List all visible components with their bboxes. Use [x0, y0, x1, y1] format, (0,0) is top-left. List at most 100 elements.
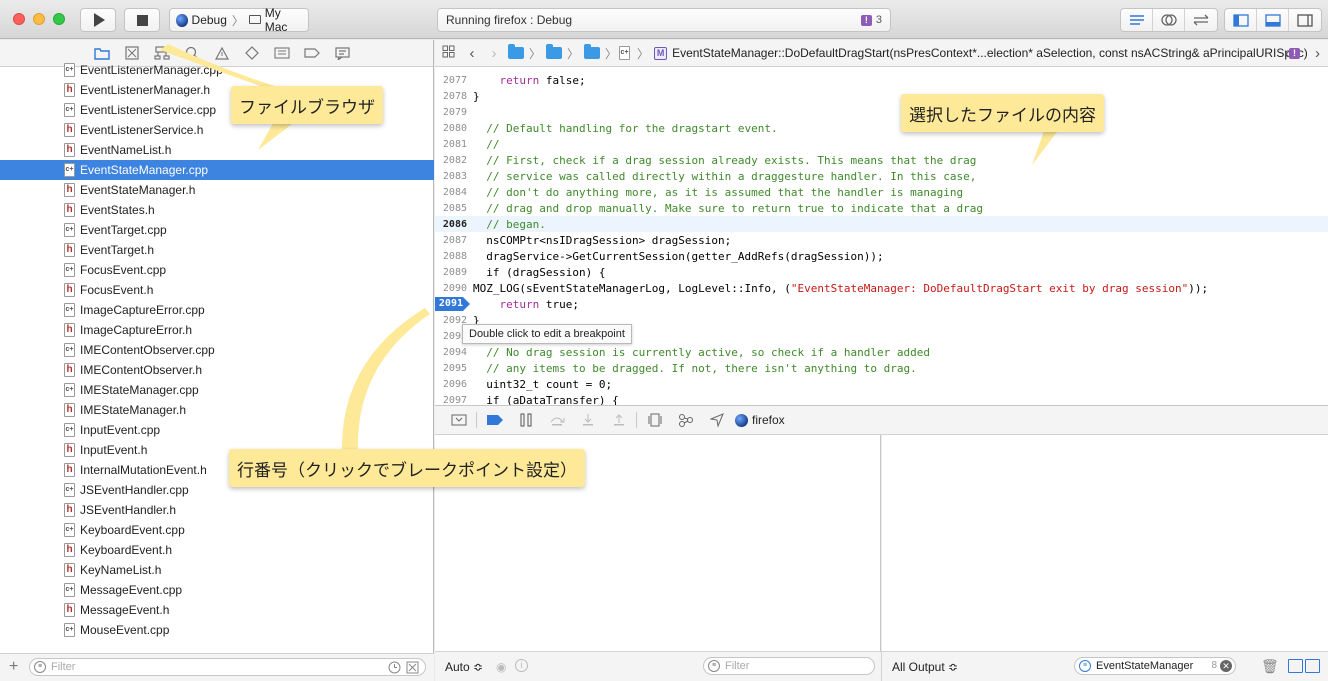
- divider: [476, 412, 477, 428]
- file-row[interactable]: h KeyNameList.h: [0, 560, 434, 580]
- debug-memory-graph-button[interactable]: [670, 410, 701, 430]
- mac-icon: [248, 14, 261, 24]
- navigator-filter-input[interactable]: ≡ Filter: [29, 658, 426, 676]
- line-number[interactable]: 2080: [435, 123, 467, 134]
- file-row[interactable]: h ImageCaptureError.h: [0, 320, 434, 340]
- next-issue-button[interactable]: ›: [1315, 45, 1320, 62]
- assistant-editor-button[interactable]: [1153, 9, 1185, 31]
- line-number[interactable]: 2083: [435, 171, 467, 182]
- file-row[interactable]: c+ IMEContentObserver.cpp: [0, 340, 434, 360]
- folder-icon[interactable]: [546, 44, 563, 59]
- line-number[interactable]: 2084: [435, 187, 467, 198]
- trash-icon[interactable]: 🗑: [1261, 658, 1279, 675]
- file-row[interactable]: c+ EventTarget.cpp: [0, 220, 434, 240]
- close-window-button[interactable]: [13, 13, 25, 25]
- file-row[interactable]: c+ ImageCaptureError.cpp: [0, 300, 434, 320]
- jump-bar-symbol[interactable]: EventStateManager::DoDefaultDragStart(ns…: [672, 46, 1308, 60]
- issue-badge-icon[interactable]: !: [1289, 47, 1300, 59]
- file-row[interactable]: h EventStateManager.h: [0, 180, 434, 200]
- line-number[interactable]: 2082: [435, 155, 467, 166]
- file-name: IMEContentObserver.cpp: [80, 343, 215, 357]
- file-row[interactable]: c+ KeyboardEvent.cpp: [0, 520, 434, 540]
- file-row[interactable]: c+ MessageEvent.cpp: [0, 580, 434, 600]
- minimize-window-button[interactable]: [33, 13, 45, 25]
- file-row[interactable]: h JSEventHandler.h: [0, 500, 434, 520]
- activity-viewer: Running firefox : Debug ! 3: [437, 8, 891, 32]
- simulate-location-button[interactable]: [701, 410, 732, 430]
- file-row[interactable]: c+ EventListenerManager.cpp: [0, 60, 434, 80]
- step-into-button[interactable]: [572, 410, 603, 430]
- file-row[interactable]: c+ IMEStateManager.cpp: [0, 380, 434, 400]
- pause-button[interactable]: [510, 410, 541, 430]
- file-row[interactable]: c+ FocusEvent.cpp: [0, 260, 434, 280]
- issue-count: 3: [875, 14, 882, 26]
- toggle-breakpoints-button[interactable]: [479, 410, 510, 430]
- code-line: 2097 if (aDataTransfer) {: [435, 392, 1328, 406]
- file-row[interactable]: h MessageEvent.h: [0, 600, 434, 620]
- hide-debug-area-button[interactable]: [443, 410, 474, 430]
- scheme-selector[interactable]: Debug 〉 My Mac: [169, 6, 309, 34]
- line-number[interactable]: 2097: [435, 395, 467, 406]
- file-row[interactable]: c+ InputEvent.cpp: [0, 420, 434, 440]
- file-row[interactable]: h EventStates.h: [0, 200, 434, 220]
- console-pane-icon[interactable]: [1305, 659, 1320, 673]
- zoom-window-button[interactable]: [53, 13, 65, 25]
- code-text: // any items to be dragged. If not, ther…: [473, 361, 917, 375]
- add-file-button[interactable]: +: [9, 658, 18, 676]
- forward-button[interactable]: ›: [483, 45, 505, 62]
- file-row[interactable]: c+ MouseEvent.cpp: [0, 620, 434, 640]
- toggle-navigator-button[interactable]: [1225, 9, 1257, 31]
- file-row[interactable]: h IMEContentObserver.h: [0, 360, 434, 380]
- variables-filter-input[interactable]: ≡ Filter: [703, 657, 875, 675]
- stop-button[interactable]: [124, 8, 160, 32]
- breakpoint-marker[interactable]: 2091: [435, 297, 470, 311]
- console-filter-input[interactable]: ≡ EventStateManager 8 ✕: [1074, 657, 1236, 675]
- debug-view-hierarchy-button[interactable]: [639, 410, 670, 430]
- toggle-utilities-button[interactable]: [1289, 9, 1321, 31]
- code-text: }: [473, 89, 480, 103]
- variables-pane-icon[interactable]: [1288, 659, 1303, 673]
- standard-editor-button[interactable]: [1121, 9, 1153, 31]
- debug-pane-toggle[interactable]: [1288, 659, 1320, 673]
- clear-filter-icon[interactable]: ✕: [1220, 660, 1232, 672]
- version-editor-button[interactable]: [1185, 9, 1217, 31]
- line-number[interactable]: 2086: [435, 219, 467, 230]
- back-button[interactable]: ‹: [461, 45, 483, 62]
- run-button[interactable]: [80, 8, 116, 32]
- source-editor[interactable]: 2077 return false; 2078} 2079 2080 // Defau…: [435, 67, 1328, 405]
- line-number[interactable]: 2094: [435, 347, 467, 358]
- line-number[interactable]: 2079: [435, 107, 467, 118]
- variables-scope-select[interactable]: Auto ≎: [445, 660, 483, 674]
- step-over-button[interactable]: [541, 410, 572, 430]
- file-row[interactable]: h EventNameList.h: [0, 140, 434, 160]
- toggle-debug-area-button[interactable]: [1257, 9, 1289, 31]
- step-out-button[interactable]: [603, 410, 634, 430]
- eye-icon[interactable]: ◉: [496, 660, 506, 674]
- folder-icon[interactable]: [508, 44, 524, 59]
- line-number[interactable]: 2078: [435, 91, 467, 102]
- console-view[interactable]: [882, 435, 1328, 651]
- cpp-file-icon[interactable]: c+: [619, 46, 631, 60]
- file-row[interactable]: h IMEStateManager.h: [0, 400, 434, 420]
- line-number[interactable]: 2096: [435, 379, 467, 390]
- console-output-select[interactable]: All Output ≎: [892, 660, 958, 674]
- file-row[interactable]: h KeyboardEvent.h: [0, 540, 434, 560]
- file-row[interactable]: h FocusEvent.h: [0, 280, 434, 300]
- file-row[interactable]: c+ EventStateManager.cpp: [0, 160, 434, 180]
- header-file-icon: h: [64, 603, 75, 617]
- line-number[interactable]: 2089: [435, 267, 467, 278]
- line-number[interactable]: 2087: [435, 235, 467, 246]
- cpp-file-icon: c+: [64, 523, 75, 537]
- line-number[interactable]: 2077: [435, 75, 467, 86]
- line-number[interactable]: 2090: [435, 283, 467, 294]
- related-items-button[interactable]: [435, 45, 461, 62]
- line-number[interactable]: 2095: [435, 363, 467, 374]
- file-row[interactable]: h EventTarget.h: [0, 240, 434, 260]
- process-selector[interactable]: firefox: [735, 413, 785, 427]
- info-icon[interactable]: i: [515, 659, 528, 672]
- line-number[interactable]: 2085: [435, 203, 467, 214]
- line-number[interactable]: 2081: [435, 139, 467, 150]
- issue-indicator[interactable]: ! 3: [860, 14, 882, 26]
- line-number[interactable]: 2088: [435, 251, 467, 262]
- folder-icon[interactable]: [584, 44, 601, 59]
